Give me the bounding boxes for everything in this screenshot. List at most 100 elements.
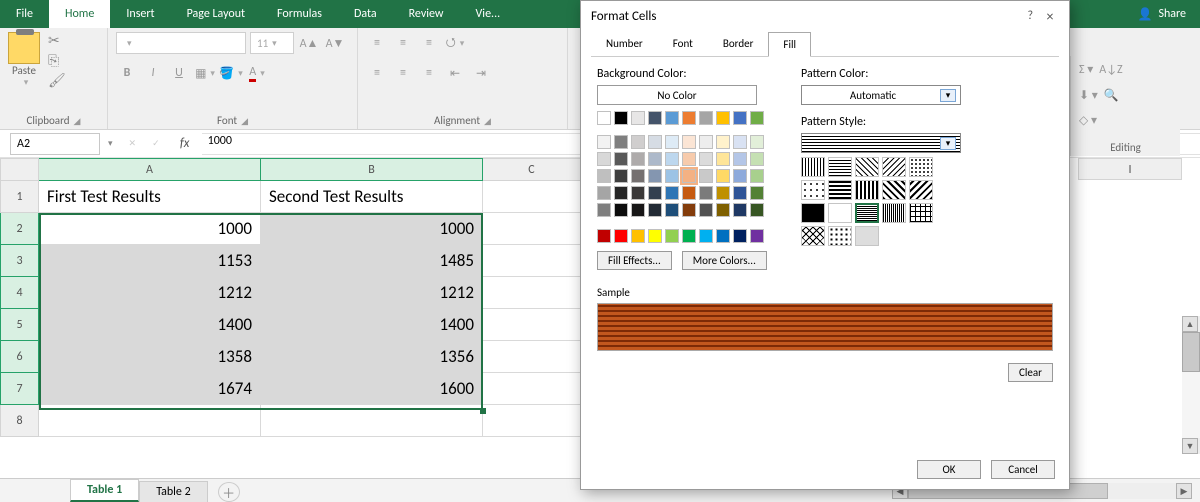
orientation-button[interactable]: ⭯▾ (444, 32, 466, 54)
color-swatch[interactable] (682, 229, 696, 243)
pattern-swatch[interactable] (855, 157, 879, 177)
align-top-button[interactable]: ≡ (366, 32, 388, 54)
color-swatch[interactable] (682, 152, 696, 166)
font-launch-icon[interactable]: ◢ (241, 116, 248, 127)
shrink-font-button[interactable]: A▼ (324, 32, 346, 54)
color-swatch[interactable] (597, 135, 611, 149)
col-header-b[interactable]: B (261, 159, 483, 181)
cell-c4[interactable] (483, 277, 581, 309)
color-swatch[interactable] (648, 186, 662, 200)
color-swatch[interactable] (597, 111, 611, 125)
color-swatch[interactable] (665, 111, 679, 125)
scroll-right-button[interactable]: ▶ (1176, 483, 1192, 499)
color-swatch[interactable] (614, 229, 628, 243)
color-swatch[interactable] (699, 203, 713, 217)
format-painter-button[interactable]: 🖌 (48, 72, 66, 88)
find-button[interactable]: 🔍 (1104, 88, 1119, 103)
color-swatch[interactable] (733, 203, 747, 217)
tab-formulas[interactable]: Formulas (261, 0, 338, 28)
fill-color-button[interactable]: 🪣▾ (220, 62, 242, 84)
color-swatch[interactable] (699, 135, 713, 149)
color-swatch[interactable] (750, 152, 764, 166)
color-swatch[interactable] (699, 152, 713, 166)
more-colors-button[interactable]: More Colors... (682, 251, 767, 270)
dialog-close-button[interactable]: × (1041, 7, 1059, 25)
color-swatch[interactable] (733, 152, 747, 166)
color-swatch[interactable] (631, 111, 645, 125)
pattern-swatch[interactable] (909, 157, 933, 177)
color-swatch[interactable] (750, 186, 764, 200)
color-swatch[interactable] (648, 169, 662, 183)
decrease-indent-button[interactable]: ⇤ (444, 62, 466, 84)
color-swatch[interactable] (665, 229, 679, 243)
dialog-help-button[interactable]: ? (1027, 9, 1033, 23)
cell-c3[interactable] (483, 245, 581, 277)
tab-file[interactable]: File (0, 0, 49, 28)
cell-a5[interactable]: 1400 (39, 309, 261, 341)
name-box[interactable]: A2 (10, 133, 100, 155)
color-swatch[interactable] (665, 203, 679, 217)
color-swatch[interactable] (648, 152, 662, 166)
pattern-swatch[interactable] (855, 226, 879, 246)
cell-b3[interactable]: 1485 (261, 245, 483, 277)
pattern-swatch[interactable] (855, 203, 879, 223)
color-swatch[interactable] (665, 186, 679, 200)
color-swatch[interactable] (733, 169, 747, 183)
cell-b6[interactable]: 1356 (261, 341, 483, 373)
sheet-tab-table2[interactable]: Table 2 (139, 481, 207, 502)
fill-handle[interactable] (480, 408, 486, 414)
cell-b4[interactable]: 1212 (261, 277, 483, 309)
copy-button[interactable]: ⎘ (48, 52, 66, 68)
color-swatch[interactable] (631, 186, 645, 200)
color-swatch[interactable] (682, 135, 696, 149)
row-header-4[interactable]: 4 (1, 277, 39, 309)
pattern-swatch[interactable] (828, 180, 852, 200)
pattern-swatch[interactable] (828, 226, 852, 246)
pattern-swatch[interactable] (801, 157, 825, 177)
color-swatch[interactable] (750, 111, 764, 125)
row-header-6[interactable]: 6 (1, 341, 39, 373)
tab-page-layout[interactable]: Page Layout (171, 0, 261, 28)
color-swatch[interactable] (716, 111, 730, 125)
color-swatch[interactable] (631, 169, 645, 183)
bold-button[interactable]: B (116, 62, 138, 84)
cell-b5[interactable]: 1400 (261, 309, 483, 341)
cell-a6[interactable]: 1358 (39, 341, 261, 373)
color-swatch[interactable] (648, 203, 662, 217)
cell-a8[interactable] (39, 405, 261, 437)
pattern-swatch[interactable] (909, 203, 933, 223)
cell-c6[interactable] (483, 341, 581, 373)
color-swatch[interactable] (750, 169, 764, 183)
name-box-dropdown[interactable]: ▾ (100, 138, 121, 149)
color-swatch[interactable] (597, 169, 611, 183)
color-swatch[interactable] (631, 135, 645, 149)
pattern-swatch[interactable] (801, 203, 825, 223)
paste-button[interactable]: Paste ▾ (8, 32, 40, 88)
increase-indent-button[interactable]: ⇥ (470, 62, 492, 84)
italic-button[interactable]: I (142, 62, 164, 84)
tab-home[interactable]: Home (49, 0, 110, 28)
fill-button[interactable]: ⬇ ▾ (1079, 88, 1098, 103)
cancel-formula-icon[interactable]: ✕ (121, 138, 145, 149)
color-swatch[interactable] (648, 229, 662, 243)
color-swatch[interactable] (716, 229, 730, 243)
color-swatch[interactable] (699, 186, 713, 200)
color-swatch[interactable] (614, 152, 628, 166)
color-swatch[interactable] (597, 229, 611, 243)
border-button[interactable]: ▦▾ (194, 62, 216, 84)
cut-button[interactable]: ✂ (48, 32, 66, 48)
color-swatch[interactable] (716, 135, 730, 149)
tab-view[interactable]: Vie... (460, 0, 517, 28)
fill-effects-button[interactable]: Fill Effects... (597, 251, 672, 270)
dialog-tab-border[interactable]: Border (708, 31, 769, 56)
color-swatch[interactable] (648, 135, 662, 149)
cell-a2[interactable]: 1000 (39, 213, 261, 245)
pattern-swatch[interactable] (855, 180, 879, 200)
enter-formula-icon[interactable]: ✓ (144, 138, 168, 149)
sort-button[interactable]: A↓Z (1099, 63, 1122, 77)
color-swatch[interactable] (614, 135, 628, 149)
dialog-tab-number[interactable]: Number (591, 31, 658, 56)
scroll-down-button[interactable]: ▼ (1182, 438, 1198, 454)
align-bottom-button[interactable]: ≡ (418, 32, 440, 54)
color-swatch[interactable] (682, 186, 696, 200)
